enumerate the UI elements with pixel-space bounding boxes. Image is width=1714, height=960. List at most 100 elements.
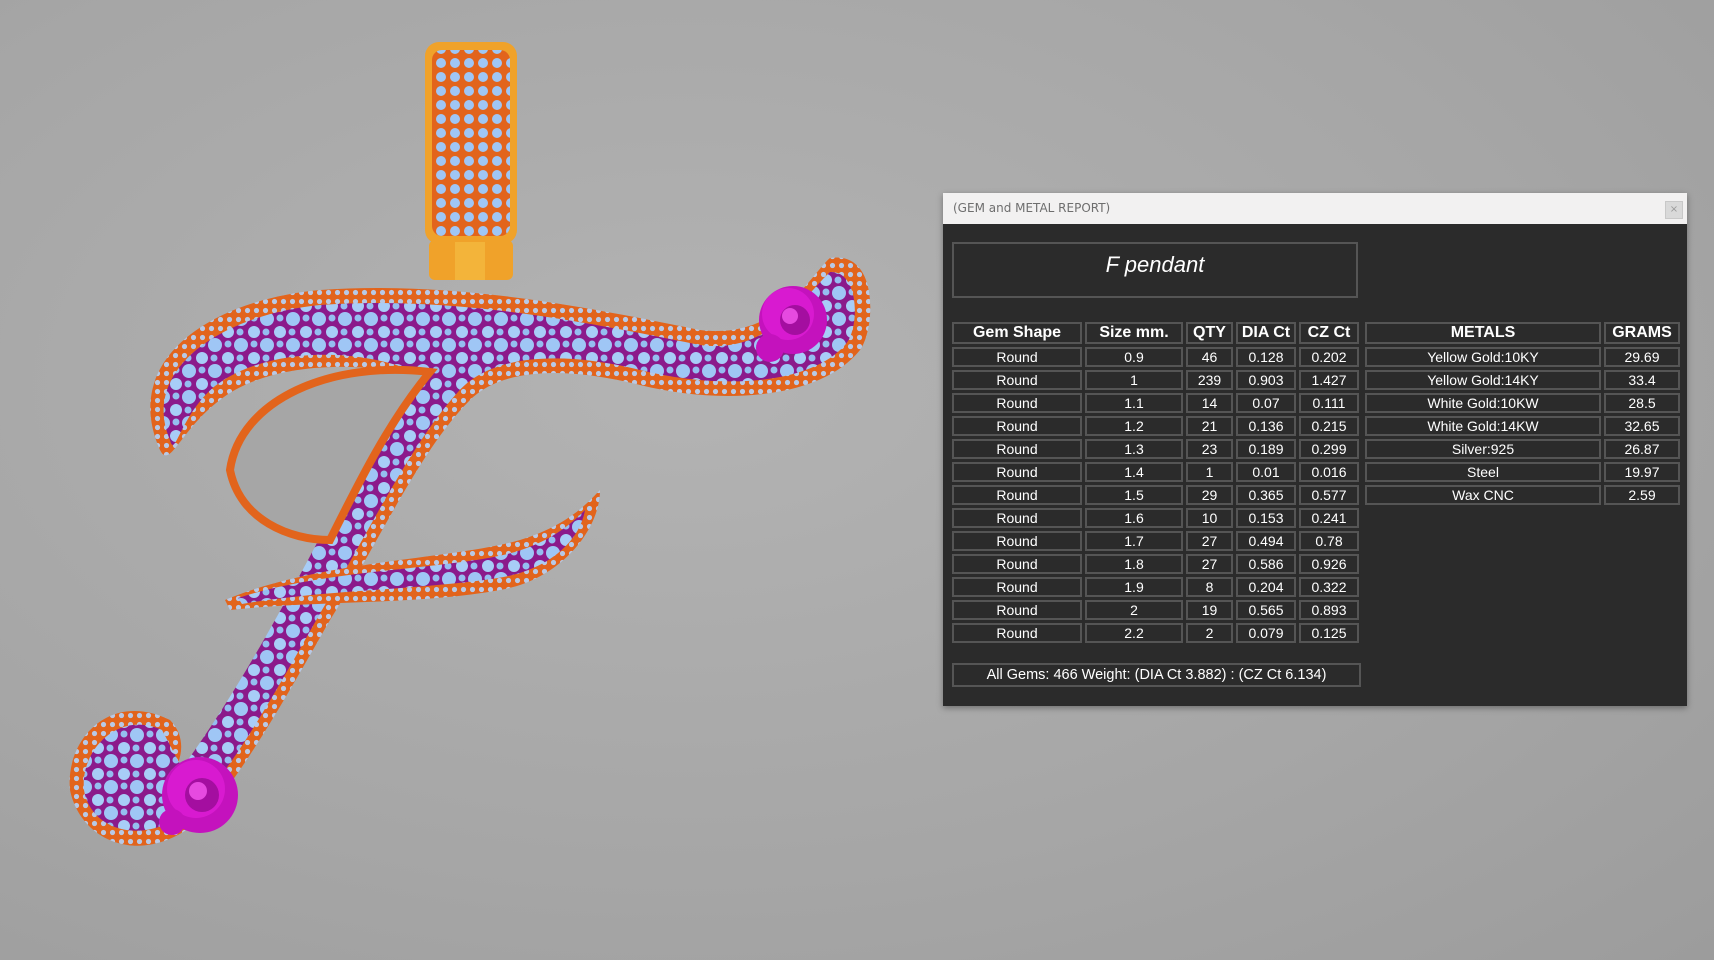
gem-shape-cell: Round xyxy=(952,531,1082,551)
close-button[interactable]: × xyxy=(1665,201,1683,219)
gem-shape-cell: Round xyxy=(952,623,1082,643)
qty-cell: 1 xyxy=(1186,462,1233,482)
size-cell: 1.4 xyxy=(1085,462,1183,482)
col-qty: QTY xyxy=(1186,322,1233,344)
grams-cell: 29.69 xyxy=(1604,347,1680,367)
gems-summary: All Gems: 466 Weight: (DIA Ct 3.882) : (… xyxy=(952,663,1361,687)
size-cell: 1 xyxy=(1085,370,1183,390)
gem-row: Round 1.9 8 0.204 0.322 xyxy=(952,577,1359,597)
gem-metal-report-window: (GEM and METAL REPORT) × F pendant Gem S… xyxy=(943,193,1687,706)
gem-row: Round 1.2 21 0.136 0.215 xyxy=(952,416,1359,436)
col-gem-shape: Gem Shape xyxy=(952,322,1082,344)
metal-name-cell: Yellow Gold:10KY xyxy=(1365,347,1601,367)
qty-cell: 23 xyxy=(1186,439,1233,459)
dia-ct-cell: 0.07 xyxy=(1236,393,1296,413)
cz-ct-cell: 0.241 xyxy=(1299,508,1359,528)
metal-name-cell: White Gold:10KW xyxy=(1365,393,1601,413)
qty-cell: 46 xyxy=(1186,347,1233,367)
bail xyxy=(425,42,517,280)
report-title-box: F pendant xyxy=(952,242,1358,298)
gem-table-header-row: Gem Shape Size mm. QTY DIA Ct CZ Ct xyxy=(952,322,1359,344)
cz-ct-cell: 0.125 xyxy=(1299,623,1359,643)
metal-row: Silver:925 26.87 xyxy=(1365,439,1680,459)
qty-cell: 14 xyxy=(1186,393,1233,413)
gem-row: Round 1.6 10 0.153 0.241 xyxy=(952,508,1359,528)
dia-ct-cell: 0.189 xyxy=(1236,439,1296,459)
size-cell: 1.8 xyxy=(1085,554,1183,574)
f-pendant-render xyxy=(69,42,871,846)
size-cell: 1.1 xyxy=(1085,393,1183,413)
metal-row: White Gold:14KW 32.65 xyxy=(1365,416,1680,436)
dia-ct-cell: 0.01 xyxy=(1236,462,1296,482)
gem-row: Round 1.5 29 0.365 0.577 xyxy=(952,485,1359,505)
size-cell: 1.9 xyxy=(1085,577,1183,597)
gem-row: Round 1.3 23 0.189 0.299 xyxy=(952,439,1359,459)
dia-ct-cell: 0.586 xyxy=(1236,554,1296,574)
cz-ct-cell: 0.299 xyxy=(1299,439,1359,459)
gem-row: Round 1.7 27 0.494 0.78 xyxy=(952,531,1359,551)
metal-name-cell: Wax CNC xyxy=(1365,485,1601,505)
gem-row: Round 1.1 14 0.07 0.111 xyxy=(952,393,1359,413)
cz-ct-cell: 0.202 xyxy=(1299,347,1359,367)
metal-table-header-row: METALS GRAMS xyxy=(1365,322,1680,344)
size-cell: 1.3 xyxy=(1085,439,1183,459)
size-cell: 2 xyxy=(1085,600,1183,620)
gem-row: Round 1.4 1 0.01 0.016 xyxy=(952,462,1359,482)
grams-cell: 32.65 xyxy=(1604,416,1680,436)
size-cell: 2.2 xyxy=(1085,623,1183,643)
gem-shape-cell: Round xyxy=(952,370,1082,390)
dia-ct-cell: 0.153 xyxy=(1236,508,1296,528)
gem-row: Round 0.9 46 0.128 0.202 xyxy=(952,347,1359,367)
qty-cell: 19 xyxy=(1186,600,1233,620)
cz-ct-cell: 0.78 xyxy=(1299,531,1359,551)
grams-cell: 2.59 xyxy=(1604,485,1680,505)
gem-shape-cell: Round xyxy=(952,347,1082,367)
qty-cell: 21 xyxy=(1186,416,1233,436)
gem-shape-cell: Round xyxy=(952,485,1082,505)
window-title: (GEM and METAL REPORT) xyxy=(953,201,1111,215)
qty-cell: 27 xyxy=(1186,554,1233,574)
qty-cell: 27 xyxy=(1186,531,1233,551)
dia-ct-cell: 0.136 xyxy=(1236,416,1296,436)
size-cell: 0.9 xyxy=(1085,347,1183,367)
metal-row: Yellow Gold:14KY 33.4 xyxy=(1365,370,1680,390)
gem-shape-cell: Round xyxy=(952,439,1082,459)
grams-cell: 19.97 xyxy=(1604,462,1680,482)
metal-name-cell: White Gold:14KW xyxy=(1365,416,1601,436)
gem-shape-cell: Round xyxy=(952,393,1082,413)
size-cell: 1.5 xyxy=(1085,485,1183,505)
col-size-mm: Size mm. xyxy=(1085,322,1183,344)
qty-cell: 10 xyxy=(1186,508,1233,528)
qty-cell: 2 xyxy=(1186,623,1233,643)
dia-ct-cell: 0.903 xyxy=(1236,370,1296,390)
gem-row: Round 1 239 0.903 1.427 xyxy=(952,370,1359,390)
cz-ct-cell: 0.215 xyxy=(1299,416,1359,436)
qty-cell: 239 xyxy=(1186,370,1233,390)
cz-ct-cell: 0.577 xyxy=(1299,485,1359,505)
gem-table-body: Round 0.9 46 0.128 0.202 Round 1 239 0.903 1.427 R… xyxy=(952,347,1359,643)
gem-shape-cell: Round xyxy=(952,462,1082,482)
qty-cell: 29 xyxy=(1186,485,1233,505)
cz-ct-cell: 1.427 xyxy=(1299,370,1359,390)
metal-name-cell: Steel xyxy=(1365,462,1601,482)
qty-cell: 8 xyxy=(1186,577,1233,597)
cz-ct-cell: 0.322 xyxy=(1299,577,1359,597)
window-titlebar[interactable]: (GEM and METAL REPORT) × xyxy=(943,193,1687,224)
metal-row: Wax CNC 2.59 xyxy=(1365,485,1680,505)
dia-ct-cell: 0.565 xyxy=(1236,600,1296,620)
metal-name-cell: Yellow Gold:14KY xyxy=(1365,370,1601,390)
gem-shape-cell: Round xyxy=(952,554,1082,574)
size-cell: 1.6 xyxy=(1085,508,1183,528)
grams-cell: 28.5 xyxy=(1604,393,1680,413)
cz-ct-cell: 0.893 xyxy=(1299,600,1359,620)
metal-table: METALS GRAMS Yellow Gold:10KY 29.69 Yellow… xyxy=(1362,319,1683,508)
cz-ct-cell: 0.111 xyxy=(1299,393,1359,413)
dia-ct-cell: 0.204 xyxy=(1236,577,1296,597)
dia-ct-cell: 0.079 xyxy=(1236,623,1296,643)
gem-shape-cell: Round xyxy=(952,416,1082,436)
metal-row: Yellow Gold:10KY 29.69 xyxy=(1365,347,1680,367)
col-grams: GRAMS xyxy=(1604,322,1680,344)
gem-table: Gem Shape Size mm. QTY DIA Ct CZ Ct Roun… xyxy=(949,319,1362,646)
gem-shape-cell: Round xyxy=(952,508,1082,528)
grams-cell: 33.4 xyxy=(1604,370,1680,390)
